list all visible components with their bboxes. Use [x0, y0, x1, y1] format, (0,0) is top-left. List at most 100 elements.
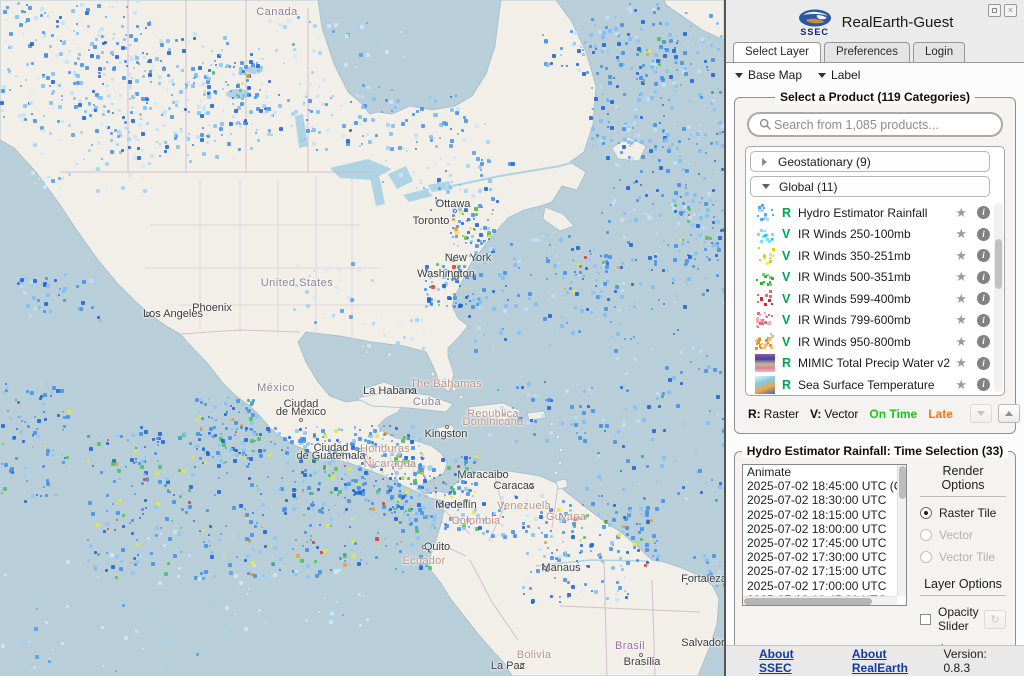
city-dot [543, 566, 547, 570]
star-icon[interactable]: ★ [955, 334, 967, 350]
product-row[interactable]: VIR Winds 950-800mb ★ i [749, 331, 992, 353]
category-label: Global (11) [779, 180, 837, 194]
city-dot [453, 209, 457, 213]
base-map-dropdown[interactable]: Base Map [735, 68, 802, 82]
about-realearth-link[interactable]: About RealEarth [852, 647, 944, 675]
star-icon[interactable]: ★ [955, 269, 967, 285]
time-hscrollbar[interactable] [743, 596, 897, 605]
category-row-0[interactable]: Geostationary (9) [750, 151, 990, 172]
check-row: Opacity Slider↻ [920, 605, 1006, 633]
time-item[interactable]: 2025-07-02 17:00:00 UTC [743, 579, 906, 593]
checkbox-opacity-slider[interactable] [920, 614, 931, 625]
product-thumbnail [755, 290, 775, 308]
popout-icon[interactable] [988, 4, 1001, 17]
product-name: Sea Surface Temperature [798, 378, 951, 392]
map-label: Brasil [615, 640, 645, 652]
product-row[interactable]: RHydro Estimator Rainfall★i [749, 202, 992, 224]
star-icon[interactable]: ★ [955, 377, 967, 393]
info-icon[interactable]: i [977, 228, 990, 241]
checkbox-label: Opacity Slider [938, 605, 984, 633]
scrollbar-thumb[interactable] [744, 598, 872, 605]
map-label: Washington [417, 268, 475, 280]
radio-label: Vector Tile [939, 550, 995, 564]
time-item[interactable]: Animate [743, 465, 906, 479]
map-label: Manaus [541, 562, 580, 574]
chevron-up-icon [1005, 411, 1013, 416]
radio-raster-tile[interactable] [920, 507, 932, 519]
map-label: de México [276, 406, 326, 418]
product-type-letter: R [782, 356, 798, 370]
info-icon[interactable]: i [977, 314, 990, 327]
info-icon[interactable]: i [977, 249, 990, 262]
product-type-letter: R [782, 378, 798, 392]
side-panel: × SSEC RealEarth-Guest Select Layer Pref… [724, 0, 1024, 676]
category-row-1[interactable]: Global (11) [750, 176, 990, 197]
star-icon[interactable]: ★ [955, 226, 967, 242]
info-icon[interactable]: i [977, 357, 990, 370]
info-icon[interactable]: i [977, 292, 990, 305]
category-list: Geostationary (9) Global (11) R Hydro Esti… [745, 146, 1005, 396]
product-row[interactable]: VIR Winds 799-600mb★i [749, 310, 992, 332]
star-icon[interactable]: ★ [955, 248, 967, 264]
time-fieldset: Hydro Estimator Rainfall: Time Selection… [734, 451, 1016, 676]
time-item[interactable]: 2025-07-02 17:45:00 UTC [743, 536, 906, 550]
product-type-letter: V [782, 335, 798, 349]
info-icon[interactable]: i [977, 335, 990, 348]
product-name: Hydro Estimator Rainfall [798, 206, 951, 220]
scrollbar-thumb[interactable] [899, 466, 906, 499]
product-row[interactable]: VIR Winds 250-100mb★i [749, 224, 992, 246]
product-type-letter: V [782, 292, 798, 306]
vector-key: V:Vector [810, 407, 858, 421]
info-icon[interactable]: i [977, 378, 990, 391]
render-options-title: Render Options [920, 464, 1006, 497]
product-row[interactable]: VIR Winds 350-251mb★i [749, 245, 992, 267]
tab-login[interactable]: Login [913, 42, 965, 62]
city-dot [299, 418, 303, 422]
label-dropdown[interactable]: Label [818, 68, 860, 82]
category-label: Geostationary (9) [778, 155, 871, 169]
star-icon[interactable]: ★ [955, 291, 967, 307]
product-row[interactable]: VIR Winds 500-351mb★i [749, 267, 992, 289]
close-icon[interactable]: × [1004, 4, 1017, 17]
product-thumbnail [755, 204, 775, 222]
time-item[interactable]: 2025-07-02 18:45:00 UTC (Current) [743, 479, 906, 493]
map-label: United States [261, 277, 334, 289]
map-label: Colombia [452, 515, 501, 527]
tab-bar: Select Layer Preferences Login [733, 42, 1024, 61]
map-label: Ecuador [402, 555, 445, 567]
scrollbar-thumb[interactable] [995, 239, 1002, 289]
map-canvas[interactable]: CanadaOttawaTorontoNew YorkWashingtonUni… [0, 0, 724, 676]
brand-header: SSEC RealEarth-Guest [726, 0, 1024, 39]
product-scrollbar[interactable] [994, 203, 1003, 392]
product-row[interactable]: RMIMIC Total Precip Water v2★i [749, 353, 992, 375]
about-ssec-link[interactable]: About SSEC [759, 647, 828, 675]
product-thumbnail [755, 225, 775, 243]
map-label: Phoenix [192, 302, 232, 314]
time-item[interactable]: 2025-07-02 18:00:00 UTC [743, 522, 906, 536]
time-vscrollbar[interactable] [897, 465, 906, 596]
map-label: Brasília [624, 656, 661, 668]
tab-select-layer[interactable]: Select Layer [733, 42, 821, 62]
time-item[interactable]: 2025-07-02 17:30:00 UTC [743, 550, 906, 564]
star-icon[interactable]: ★ [955, 312, 967, 328]
product-thumbnail [755, 268, 775, 286]
star-icon[interactable]: ★ [955, 355, 967, 371]
time-item[interactable]: 2025-07-02 18:30:00 UTC [743, 493, 906, 507]
radio-row: Vector [920, 528, 1008, 542]
map-label: Salvador [681, 637, 724, 649]
product-name: IR Winds 950-800mb [798, 335, 951, 349]
tab-preferences[interactable]: Preferences [824, 42, 910, 62]
product-row[interactable]: VIR Winds 599-400mb★i [749, 288, 992, 310]
info-icon[interactable]: i [977, 206, 990, 219]
product-fieldset-legend: Select a Product (119 Categories) [735, 90, 1015, 104]
product-search [747, 112, 1003, 137]
info-icon[interactable]: i [977, 271, 990, 284]
star-icon[interactable]: ★ [955, 205, 967, 221]
radio-row: Raster Tile [920, 506, 1008, 520]
city-dot [439, 503, 443, 507]
scroll-up-button[interactable] [998, 404, 1020, 423]
product-row[interactable]: RSea Surface Temperature ★ i [749, 374, 992, 396]
time-item[interactable]: 2025-07-02 18:15:00 UTC [743, 508, 906, 522]
time-item[interactable]: 2025-07-02 17:15:00 UTC [743, 564, 906, 578]
search-input[interactable] [772, 117, 991, 133]
